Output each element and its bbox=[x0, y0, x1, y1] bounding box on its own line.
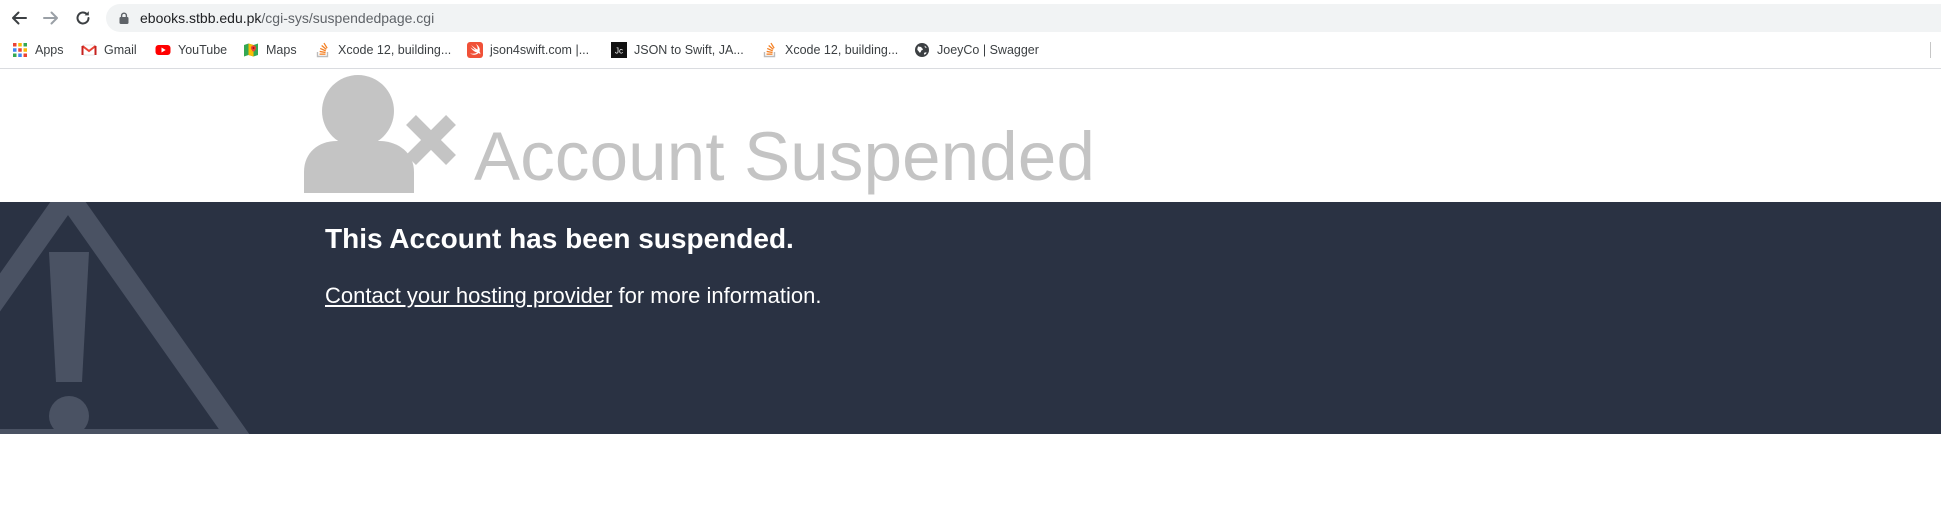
url-path: /cgi-sys/suspendedpage.cgi bbox=[261, 10, 435, 26]
warning-triangle-icon bbox=[0, 202, 250, 434]
gmail-icon bbox=[81, 42, 97, 58]
forward-arrow-icon bbox=[43, 11, 58, 25]
bookmark-youtube[interactable]: YouTube bbox=[155, 40, 227, 60]
bookmarks-separator bbox=[1930, 42, 1931, 58]
bookmark-label: JSON to Swift, JA... bbox=[634, 43, 744, 57]
suspension-heading: This Account has been suspended. bbox=[325, 223, 794, 254]
bookmark-xcode-1[interactable]: Xcode 12, building... bbox=[315, 40, 451, 60]
page-title: Account Suspended bbox=[474, 118, 1096, 195]
bookmark-apps[interactable]: Apps bbox=[12, 40, 64, 60]
bookmark-json-to-swift[interactable]: Jc JSON to Swift, JA... bbox=[611, 40, 744, 60]
bookmark-label: Xcode 12, building... bbox=[338, 43, 452, 57]
maps-icon bbox=[243, 42, 259, 58]
more-information-text: for more information. bbox=[612, 283, 822, 308]
back-button[interactable] bbox=[6, 5, 32, 31]
bookmark-label: Gmail bbox=[104, 43, 137, 57]
browser-chrome: ebooks.stbb.edu.pk/cgi-sys/suspendedpage… bbox=[0, 0, 1941, 69]
url-text: ebooks.stbb.edu.pk/cgi-sys/suspendedpage… bbox=[140, 9, 434, 27]
suspended-user-icon bbox=[304, 75, 456, 193]
bookmark-joeyco-swagger[interactable]: JoeyCo | Swagger bbox=[914, 40, 1039, 60]
back-arrow-icon bbox=[12, 11, 27, 25]
bookmark-maps[interactable]: Maps bbox=[243, 40, 297, 60]
page-header: Account Suspended bbox=[0, 69, 1941, 202]
bookmark-gmail[interactable]: Gmail bbox=[81, 40, 137, 60]
suspension-message: Contact your hosting provider for more i… bbox=[325, 282, 821, 310]
youtube-icon bbox=[155, 42, 171, 58]
bookmark-label: Maps bbox=[266, 43, 297, 57]
stackoverflow-icon bbox=[315, 42, 331, 58]
reload-button[interactable] bbox=[70, 5, 96, 31]
reload-icon bbox=[76, 11, 90, 25]
apps-grid-icon bbox=[12, 42, 28, 58]
bookmark-label: json4swift.com |... bbox=[490, 43, 590, 57]
lock-icon bbox=[119, 12, 129, 24]
globe-icon bbox=[914, 42, 930, 58]
bookmark-label: Apps bbox=[35, 43, 64, 57]
bookmark-label: YouTube bbox=[178, 43, 228, 57]
address-bar[interactable]: ebooks.stbb.edu.pk/cgi-sys/suspendedpage… bbox=[106, 4, 1941, 32]
bookmark-xcode-2[interactable]: Xcode 12, building... bbox=[762, 40, 898, 60]
jc-icon: Jc bbox=[611, 42, 627, 58]
contact-hosting-provider-link[interactable]: Contact your hosting provider bbox=[325, 283, 612, 308]
url-host: ebooks.stbb.edu.pk bbox=[140, 10, 262, 26]
bookmark-json4swift[interactable]: json4swift.com |... bbox=[467, 40, 589, 60]
forward-button[interactable] bbox=[38, 5, 64, 31]
bookmarks-bar: Apps Gmail YouTube Maps Xcode 12, buildi… bbox=[0, 38, 1941, 62]
stackoverflow-icon bbox=[762, 42, 778, 58]
bookmark-label: JoeyCo | Swagger bbox=[937, 43, 1039, 57]
browser-toolbar: ebooks.stbb.edu.pk/cgi-sys/suspendedpage… bbox=[0, 0, 1941, 36]
svg-text:Jc: Jc bbox=[615, 47, 623, 56]
bookmark-label: Xcode 12, building... bbox=[785, 43, 899, 57]
json4swift-icon bbox=[467, 42, 483, 58]
suspension-banner: This Account has been suspended. Contact… bbox=[0, 202, 1941, 434]
